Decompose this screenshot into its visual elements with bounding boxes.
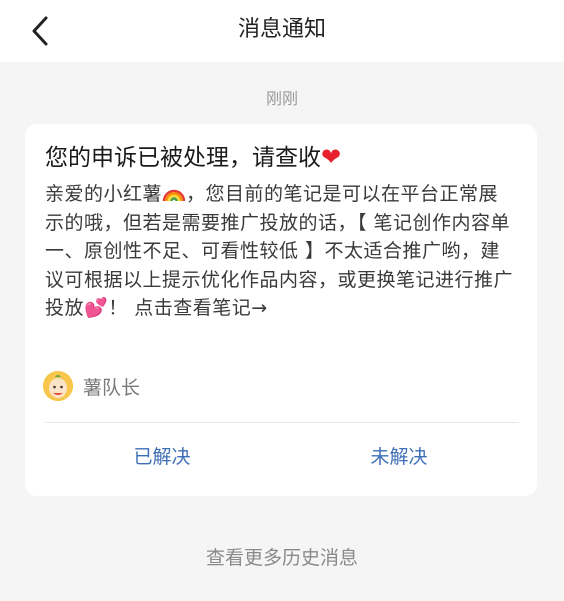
sender-name: 薯队长 bbox=[83, 376, 141, 399]
notification-body-text-3: ！ 点击查看笔记→ bbox=[108, 297, 268, 320]
unresolved-button[interactable]: 未解决 bbox=[309, 440, 489, 474]
notification-body[interactable]: 亲爱的小红薯 ，您目前的笔记是可以在平台正常展示的哦，但若是需要推广投放的话，【… bbox=[45, 180, 517, 323]
page-title: 消息通知 bbox=[237, 17, 326, 42]
notification-card: 您的申诉已被处理，请查收❤ 亲爱的小红薯 ，您目前的笔记是可以在平台正常展示的哦… bbox=[25, 124, 537, 496]
two-hearts-icon: 💕 bbox=[84, 297, 109, 320]
notification-body-text-1: 亲爱的小红薯 bbox=[45, 183, 163, 205]
resolved-button[interactable]: 已解决 bbox=[72, 440, 252, 474]
top-bar: 消息通知 bbox=[0, 0, 564, 62]
heart-icon: ❤ bbox=[321, 143, 342, 171]
sender-info: 薯队长 bbox=[43, 369, 140, 403]
avatar bbox=[43, 371, 73, 401]
notification-title-text: 您的申诉已被处理，请查收 bbox=[45, 145, 321, 171]
divider bbox=[45, 422, 519, 423]
notification-title: 您的申诉已被处理，请查收❤ bbox=[45, 140, 341, 175]
avatar-icon bbox=[43, 371, 73, 401]
rainbow-icon bbox=[162, 189, 186, 202]
message-timestamp: 刚刚 bbox=[265, 89, 298, 108]
view-more-history-link[interactable]: 查看更多历史消息 bbox=[0, 544, 564, 572]
